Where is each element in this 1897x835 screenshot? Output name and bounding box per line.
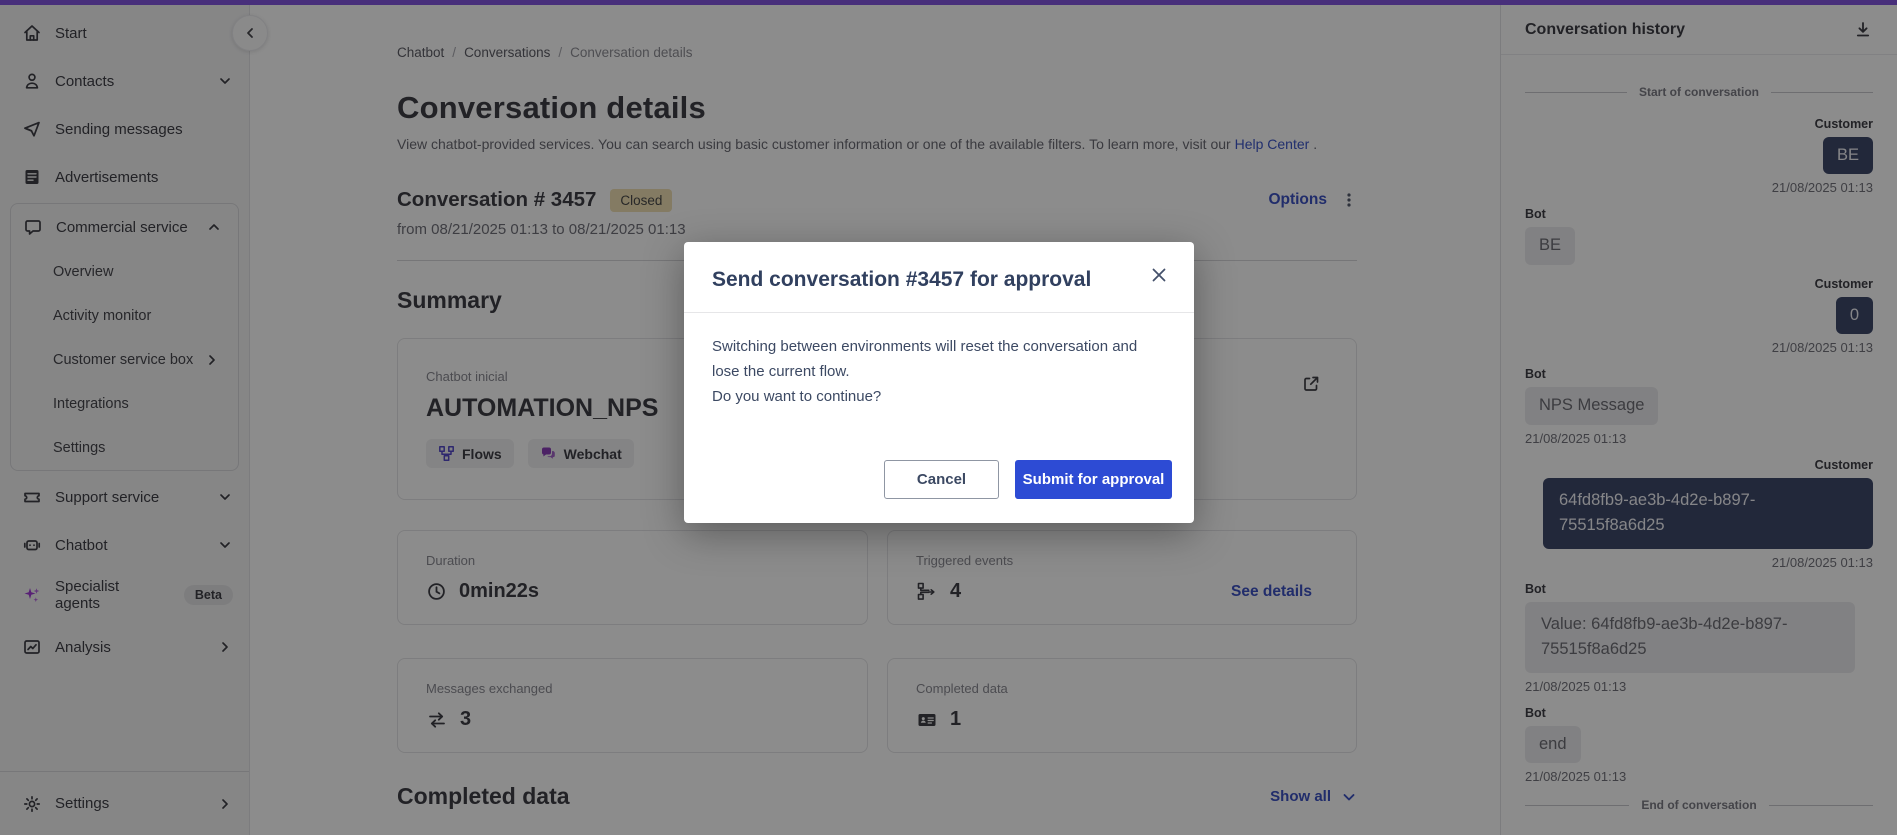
modal-body-line1: Switching between environments will rese… <box>712 338 1138 380</box>
submit-for-approval-button[interactable]: Submit for approval <box>1015 460 1172 499</box>
modal-body-line2: Do you want to continue? <box>712 387 882 405</box>
modal-title: Send conversation #3457 for approval <box>712 268 1092 291</box>
modal-body: Switching between environments will rese… <box>684 313 1194 460</box>
close-icon[interactable] <box>1150 266 1168 284</box>
cancel-button[interactable]: Cancel <box>884 460 999 499</box>
send-for-approval-modal: Send conversation #3457 for approval Swi… <box>684 242 1194 523</box>
